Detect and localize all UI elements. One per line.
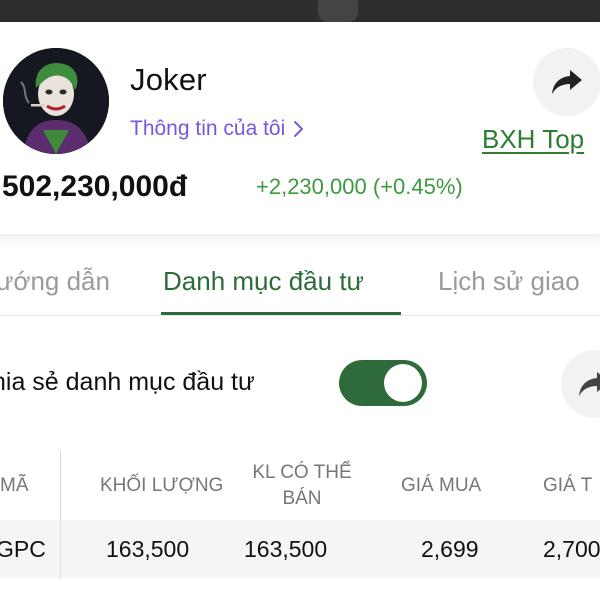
header-sellable-line2: BÁN: [282, 488, 322, 509]
table-bottom-area: [0, 578, 600, 600]
header-sellable-line1: KL CÓ THỂ: [252, 462, 352, 483]
table-header: MÃ KHỐI LƯỢNG KL CÓ THỂ BÁN GIÁ MUA GIÁ …: [0, 450, 600, 520]
header-volume[interactable]: KHỐI LƯỢNG: [100, 473, 223, 499]
profile-name: Joker: [130, 62, 207, 97]
tab-history[interactable]: Lịch sử giao: [438, 266, 580, 297]
my-info-link[interactable]: Thông tin của tôi: [130, 117, 305, 141]
cell-code: GPC: [0, 536, 46, 562]
cell-volume: 163,500: [106, 536, 190, 562]
active-tab-indicator: [161, 312, 401, 315]
background-shape: [318, 0, 358, 22]
portfolio-balance: 502,230,000đ: [2, 170, 188, 203]
share-arrow-icon: [552, 70, 582, 94]
column-divider: [60, 450, 61, 580]
share-button[interactable]: [533, 48, 600, 116]
cell-sellable: 163,500: [244, 536, 328, 562]
tab-bar: ướng dẫn Danh mục đầu tư Lịch sử giao: [0, 252, 600, 316]
table-row[interactable]: GPC 163,500 163,500 2,699 2,700: [0, 520, 600, 578]
my-info-label: Thông tin của tôi: [130, 117, 286, 140]
share-portfolio-button[interactable]: [561, 350, 600, 418]
avatar-image: [3, 48, 109, 154]
share-portfolio-label: hia sẻ danh mục đầu tư: [0, 368, 255, 396]
leaderboard-link[interactable]: BXH Top: [482, 124, 584, 155]
header-sellable[interactable]: KL CÓ THỂ BÁN: [248, 460, 356, 512]
share-portfolio-toggle[interactable]: [339, 360, 427, 406]
avatar[interactable]: [3, 48, 109, 154]
header-code[interactable]: MÃ: [0, 473, 29, 499]
header-current-price[interactable]: GIÁ T: [543, 473, 592, 499]
cell-current-price: 2,700: [543, 536, 600, 562]
toggle-knob: [384, 364, 422, 402]
portfolio-change: +2,230,000 (+0.45%): [256, 174, 463, 199]
chevron-right-icon: [294, 121, 304, 137]
cell-buy-price: 2,699: [421, 536, 479, 562]
header-buy-price[interactable]: GIÁ MUA: [401, 473, 481, 499]
tab-guide[interactable]: ướng dẫn: [0, 266, 110, 297]
share-arrow-icon: [579, 372, 600, 396]
tab-portfolio[interactable]: Danh mục đầu tư: [163, 266, 364, 297]
